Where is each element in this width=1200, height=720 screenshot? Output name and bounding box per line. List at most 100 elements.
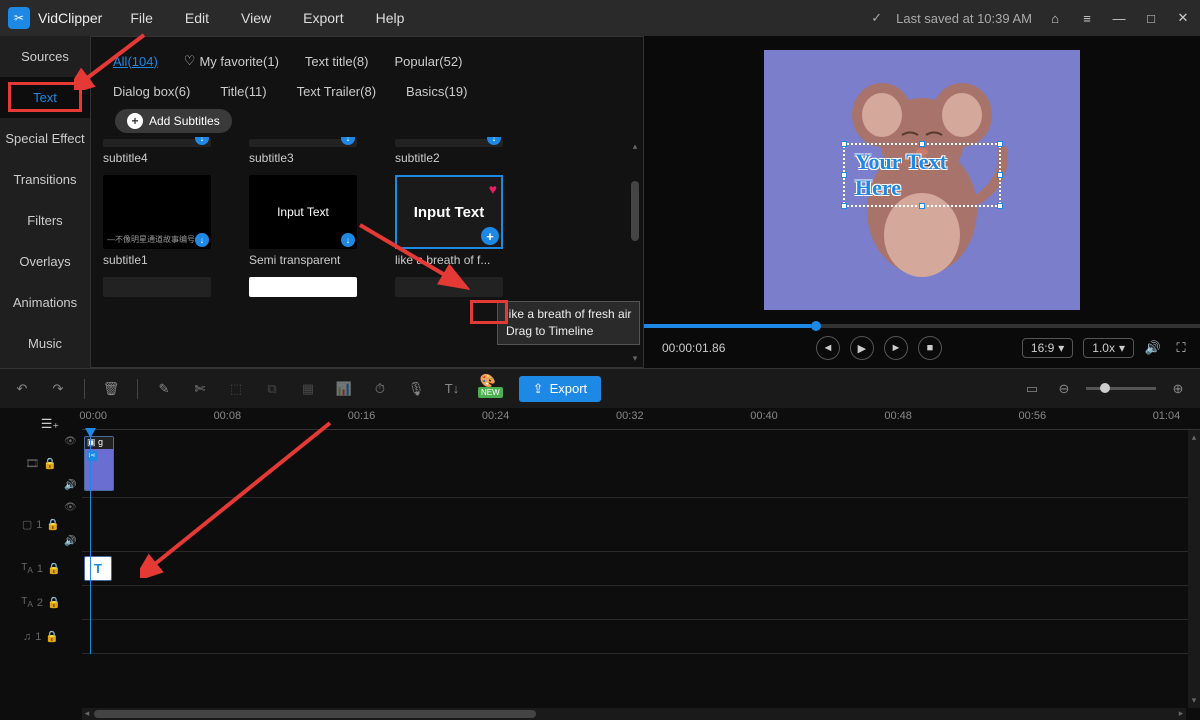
menu-view[interactable]: View <box>241 10 271 26</box>
tab-dialog-box[interactable]: Dialog box(6) <box>113 84 190 99</box>
mosaic-icon: ▦ <box>298 379 318 399</box>
sidebar-text[interactable]: Text <box>0 77 90 118</box>
preset-subtitle1[interactable]: —不像明星通道故事编号↓ subtitle1 <box>103 175 243 267</box>
menu-bar: File Edit View Export Help <box>130 10 404 26</box>
aspect-ratio-select[interactable]: 16:9▾ <box>1022 338 1073 358</box>
video-clip[interactable]: ▣ g ✄ <box>84 436 114 491</box>
tab-basics[interactable]: Basics(19) <box>406 84 467 99</box>
lock-icon[interactable]: 🔒 <box>43 457 57 470</box>
sidebar-special-effect[interactable]: Special Effect <box>0 118 90 159</box>
download-icon[interactable]: ↓ <box>487 137 501 145</box>
tab-text-trailer[interactable]: Text Trailer(8) <box>297 84 376 99</box>
tab-all[interactable]: All(104) <box>113 54 158 69</box>
layer-icon: ▢ <box>22 518 32 531</box>
audio-track-1[interactable]: ♫1🔒 <box>82 620 1200 654</box>
preview-frame[interactable]: Your Text Here <box>764 50 1080 310</box>
speed-select[interactable]: 1.0x▾ <box>1083 338 1134 358</box>
preview-progress[interactable] <box>644 324 1200 328</box>
video-track[interactable]: 🎞🔒 ▣ g ✄ 👁 🔊 <box>82 430 1200 498</box>
eye-icon[interactable]: 👁 <box>64 502 77 513</box>
delete-icon[interactable]: 🗑 <box>101 379 121 399</box>
preset-breath-fresh-air[interactable]: Input Text ♥ + like a breath of f... <box>395 175 535 267</box>
next-frame-button[interactable]: ► <box>884 336 908 360</box>
download-icon[interactable]: ↓ <box>341 137 355 145</box>
download-icon[interactable]: ↓ <box>195 233 209 247</box>
menu-file[interactable]: File <box>130 10 153 26</box>
tab-favorite[interactable]: ♡My favorite(1) <box>184 53 279 69</box>
text-tool-icon[interactable]: T↓ <box>442 379 462 399</box>
undo-icon[interactable]: ↶ <box>12 379 32 399</box>
sidebar-music[interactable]: Music <box>0 323 90 364</box>
speaker-icon[interactable]: 🔊 <box>64 480 76 491</box>
eye-icon[interactable]: 👁 <box>64 436 77 447</box>
preset-tooltip: like a breath of fresh air Drag to Timel… <box>497 301 640 345</box>
overlay-track-1[interactable]: ▢1🔒 👁 🔊 <box>82 498 1200 552</box>
preset-semi-transparent[interactable]: Input Text↓ Semi transparent <box>249 175 389 267</box>
menu-edit[interactable]: Edit <box>185 10 209 26</box>
edit-icon[interactable]: ✎ <box>154 379 174 399</box>
stop-button[interactable]: ■ <box>918 336 942 360</box>
timeline: ☰₊ 00:00 00:08 00:16 00:24 00:32 00:40 0… <box>0 408 1200 720</box>
lock-icon[interactable]: 🔒 <box>46 518 60 531</box>
chevron-down-icon: ▾ <box>1119 341 1125 355</box>
menu-export[interactable]: Export <box>303 10 343 26</box>
lock-icon[interactable]: 🔒 <box>47 596 61 609</box>
cut-icon[interactable]: ✄ <box>190 379 210 399</box>
preset-subtitle4[interactable]: ↓ subtitle4 <box>103 139 243 165</box>
copy-icon: ⧉ <box>262 379 282 399</box>
maximize-icon[interactable]: □ <box>1142 9 1160 27</box>
text-clip[interactable]: T <box>84 556 112 581</box>
preview-panel: Your Text Here 00:00:01.86 ◄ ▶ ► ■ <box>644 36 1200 368</box>
menu-help[interactable]: Help <box>376 10 405 26</box>
favorite-heart-icon[interactable]: ♥ <box>489 181 497 197</box>
close-icon[interactable]: ✕ <box>1174 9 1192 27</box>
timeline-h-scrollbar[interactable]: ◂ ▸ <box>82 708 1186 720</box>
lock-icon[interactable]: 🔒 <box>45 630 59 643</box>
sidebar-animations[interactable]: Animations <box>0 282 90 323</box>
speed-icon[interactable]: ⏱ <box>370 379 390 399</box>
redo-icon[interactable]: ↷ <box>48 379 68 399</box>
preset-subtitle2[interactable]: ↓ subtitle2 <box>395 139 535 165</box>
add-subtitles-button[interactable]: + Add Subtitles <box>115 109 232 133</box>
fullscreen-icon[interactable]: ⛶ <box>1172 339 1190 357</box>
add-preset-button[interactable]: + <box>481 227 499 245</box>
text-track-1[interactable]: TA1🔒 T <box>82 552 1200 586</box>
title-bar: ✂ VidClipper File Edit View Export Help … <box>0 0 1200 36</box>
plus-icon: + <box>127 113 143 129</box>
zoom-in-icon[interactable]: ⊕ <box>1168 379 1188 399</box>
hamburger-icon[interactable]: ≡ <box>1078 9 1096 27</box>
home-icon[interactable]: ⌂ <box>1046 9 1064 27</box>
speaker-icon[interactable]: 🔊 <box>64 536 76 547</box>
text-library-panel: All(104) ♡My favorite(1) Text title(8) P… <box>90 36 644 368</box>
export-button[interactable]: ⇪ Export <box>519 376 601 402</box>
sidebar-overlays[interactable]: Overlays <box>0 241 90 282</box>
text-overlay-box[interactable]: Your Text Here <box>843 143 1001 207</box>
minimize-icon[interactable]: — <box>1110 9 1128 27</box>
tab-popular[interactable]: Popular(52) <box>395 54 463 69</box>
download-icon[interactable]: ↓ <box>341 233 355 247</box>
time-ruler[interactable]: 00:00 00:08 00:16 00:24 00:32 00:40 00:4… <box>82 408 1200 430</box>
export-icon: ⇪ <box>533 381 544 397</box>
lock-icon[interactable]: 🔒 <box>47 562 61 575</box>
tab-title[interactable]: Title(11) <box>220 84 266 99</box>
sidebar-transitions[interactable]: Transitions <box>0 159 90 200</box>
play-button[interactable]: ▶ <box>850 336 874 360</box>
zoom-out-icon[interactable]: ⊖ <box>1054 379 1074 399</box>
zoom-slider[interactable] <box>1086 387 1156 390</box>
crop-icon: ⬚ <box>226 379 246 399</box>
prev-frame-button[interactable]: ◄ <box>816 336 840 360</box>
preset-subtitle3[interactable]: ↓ subtitle3 <box>249 139 389 165</box>
app-logo-icon: ✂ <box>8 7 30 29</box>
volume-icon[interactable]: 🔊 <box>1144 339 1162 357</box>
sidebar-sources[interactable]: Sources <box>0 36 90 77</box>
voice-icon[interactable]: 🎙 <box>406 379 426 399</box>
playhead[interactable] <box>90 430 91 654</box>
fit-icon[interactable]: ▭ <box>1022 379 1042 399</box>
selected-preset[interactable]: Input Text ♥ + <box>395 175 503 249</box>
tab-text-title[interactable]: Text title(8) <box>305 54 369 69</box>
text-track-2[interactable]: TA2🔒 <box>82 586 1200 620</box>
chevron-down-icon: ▾ <box>1058 341 1064 355</box>
timeline-v-scrollbar[interactable]: ▴ ▾ <box>1188 430 1200 708</box>
sidebar-filters[interactable]: Filters <box>0 200 90 241</box>
download-icon[interactable]: ↓ <box>195 137 209 145</box>
